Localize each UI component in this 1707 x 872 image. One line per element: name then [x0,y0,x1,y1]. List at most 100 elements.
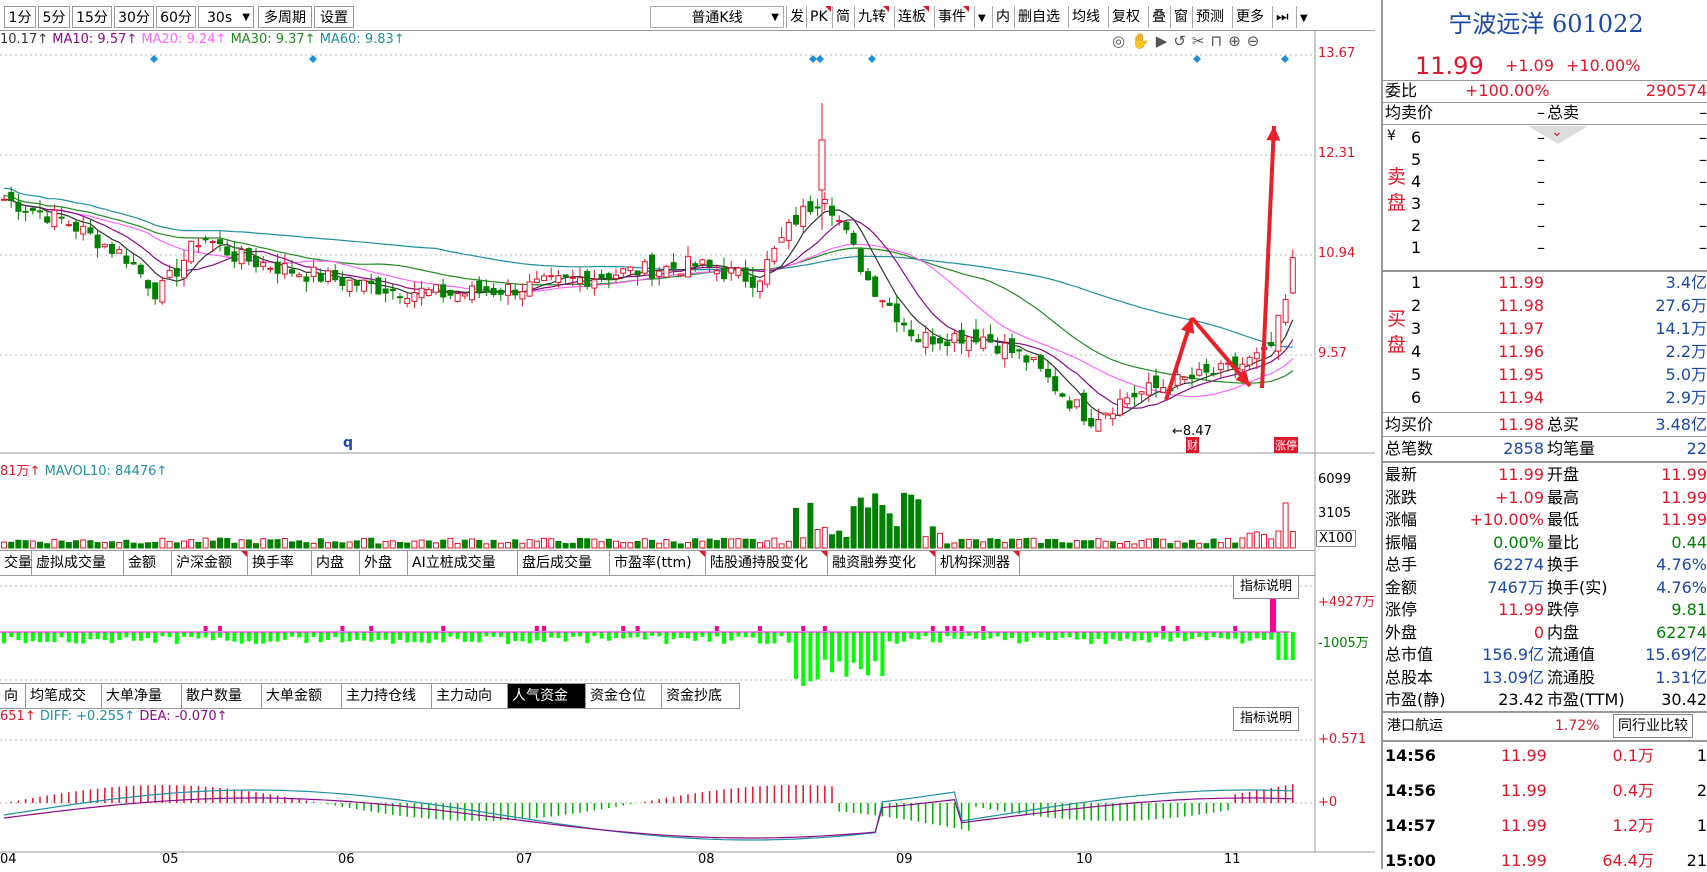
tab-fund-bottom[interactable]: 资金抄底 [662,684,740,708]
candle-body [634,270,641,276]
candle-body [605,273,612,280]
tab-big-amount[interactable]: 大单金额 [262,684,342,708]
tab-amount[interactable]: 金额 [124,551,172,575]
volume-bar [908,494,915,549]
kline-chart[interactable] [0,0,1375,869]
last-price: 11.99 [1415,52,1484,80]
tab-hk-connect[interactable]: 陆股通持股变化 [706,551,828,575]
volume-bar [188,539,195,549]
stat-value: 7467万 [1487,577,1544,597]
limit-up-tag[interactable]: 涨停 [1274,437,1298,453]
flow-bar [1247,632,1252,641]
candle-body [987,334,994,343]
candle-body [555,275,562,283]
tab-outer[interactable]: 外盘 [360,551,408,575]
volume-bar [1109,541,1116,549]
trades-row: 总笔数 2858 均笔量 22 [1383,438,1707,460]
volume-axis-tick: 3105 [1318,506,1352,521]
buy-volume: 14.1万 [1655,319,1707,338]
flow-bar [9,632,14,638]
flow-bar [1197,632,1202,637]
flow-bar [1204,632,1209,641]
financial-report-tag[interactable]: 财 [1186,437,1199,453]
candle-body [245,248,252,262]
volume-bar [145,542,151,549]
volume-bar [1289,530,1296,549]
macd-explain-button[interactable]: 指标说明 [1233,707,1300,731]
tab-virtual-volume[interactable]: 虚拟成交量 [32,551,124,575]
cursor-marker: q [343,435,354,451]
candle-body [893,303,900,323]
flow-axis-tick: +4927万 [1318,595,1375,610]
candle-body [267,267,274,270]
industry-compare-button[interactable]: 同行业比较 [1613,714,1693,738]
indicator-explain-button[interactable]: 指标说明 [1233,575,1300,599]
event-marker-icon [809,55,817,63]
flow-bar [549,632,554,638]
flow-bar [491,632,496,637]
candle-body [44,216,51,223]
flow-bar [261,632,266,644]
stat-label: 内盘 [1547,622,1580,642]
flow-bar [254,632,258,644]
flow-bar-positive [1161,626,1166,631]
volume-bar [605,538,612,549]
tick-volume: 1.2万 [1612,816,1654,835]
stat-label: 涨幅 [1385,510,1418,529]
volume-bar [1124,540,1131,549]
tab-turnover[interactable]: 换手率 [248,551,312,575]
tab-institution[interactable]: 机构探测器 [936,551,1020,575]
candle-body [58,216,65,219]
flow-bar [1190,632,1194,639]
tab-direction[interactable]: 向 [0,684,26,708]
flow-bar [1017,632,1022,644]
flow-bar [1276,632,1281,660]
candle-body [735,267,742,276]
candle-body [1189,374,1195,380]
tick-count: 1 [1696,746,1707,765]
candle-body [238,249,245,265]
volume-bar [116,541,123,549]
tab-avg-trade[interactable]: 均笔成交 [26,684,102,708]
tab-ai-volume[interactable]: AI立桩成交量 [408,551,518,575]
tab-pe-ttm[interactable]: 市盈率(ttm) [610,551,706,575]
sell-row: 3 – – [1383,193,1707,215]
volume-bar [353,540,360,549]
volume-bar [1232,542,1239,549]
stat-value: 23.42 [1498,690,1544,709]
tab-hs-amount[interactable]: 沪深金额 [172,551,248,575]
tab-main-move[interactable]: 主力动向 [432,684,508,708]
flow-axis-tick: -1005万 [1318,636,1369,651]
avg-buy-label: 均买价 [1385,415,1434,434]
buy-level: 3 [1411,319,1422,338]
tab-popularity-funds[interactable]: 人气资金 [508,684,586,708]
sector-name[interactable]: 港口航运 [1387,714,1443,738]
tab-big-net[interactable]: 大单净量 [102,684,182,708]
tab-retail-count[interactable]: 散户数量 [182,684,262,708]
candle-body [22,210,29,213]
candle-body [109,244,115,254]
tab-fund-position[interactable]: 资金仓位 [586,684,662,708]
candle-body [584,271,591,287]
candle-body [512,289,519,296]
volume-bar [699,540,706,549]
volume-bar [346,541,353,549]
flow-bar [614,632,618,639]
tab-afterhours-volume[interactable]: 盘后成交量 [518,551,610,575]
candle-body [497,289,504,295]
volume-bar [447,537,454,549]
sell-price: – [1537,128,1545,147]
volume-bar [1009,538,1015,549]
flow-bar [1082,632,1086,640]
tab-volume[interactable]: 交量 [0,551,32,575]
volume-bar [245,539,252,549]
tab-inner[interactable]: 内盘 [312,551,360,575]
flow-bar [1262,632,1266,640]
tab-margin[interactable]: 融资融券变化 [828,551,936,575]
candle-body [130,262,137,265]
stat-label: 涨跌 [1385,487,1418,507]
volume-bar [181,540,187,549]
flow-bar [376,632,381,640]
flow-bar [167,632,172,638]
tab-main-position[interactable]: 主力持仓线 [342,684,432,708]
